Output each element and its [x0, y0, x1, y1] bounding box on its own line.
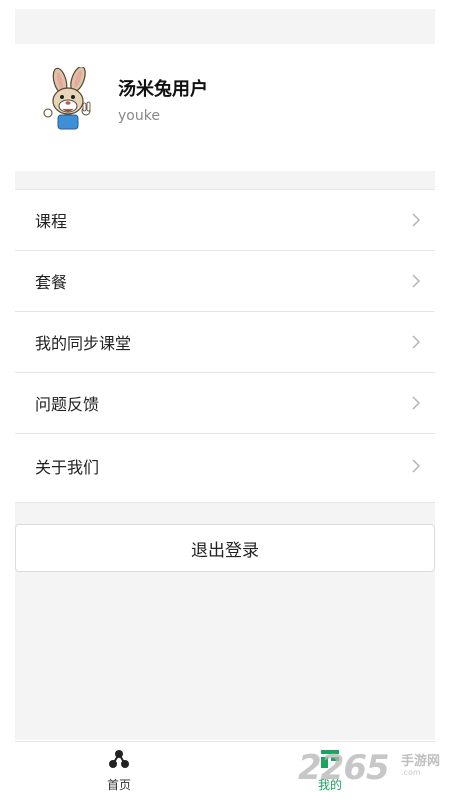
- profile-header: 汤米兔用户 youke: [15, 44, 435, 171]
- chevron-right-icon: [412, 396, 421, 410]
- chevron-right-icon: [412, 335, 421, 349]
- menu-list: 课程 套餐 我的同步课堂 问题反馈 关于我们: [15, 189, 435, 503]
- watermark-logo: 2265 手游网 .com: [298, 748, 450, 788]
- menu-item-label: 关于我们: [35, 457, 100, 477]
- menu-item-sync-classroom[interactable]: 我的同步课堂: [15, 312, 435, 373]
- menu-item-label: 问题反馈: [35, 395, 100, 414]
- home-nodes-icon: [109, 750, 129, 768]
- chevron-right-icon: [412, 274, 421, 288]
- username: 汤米兔用户: [118, 79, 208, 100]
- menu-item-label: 我的同步课堂: [35, 334, 132, 353]
- chevron-right-icon: [412, 458, 421, 473]
- menu-item-about[interactable]: 关于我们: [15, 434, 435, 497]
- tab-home-label: 首页: [106, 778, 131, 792]
- menu-item-courses[interactable]: 课程: [15, 190, 435, 251]
- menu-item-packages[interactable]: 套餐: [15, 251, 435, 312]
- menu-item-label: 套餐: [35, 273, 68, 292]
- chevron-right-icon: [412, 213, 421, 227]
- watermark-url: .com: [401, 768, 421, 777]
- tab-home[interactable]: 首页: [89, 748, 149, 800]
- logout-button[interactable]: 退出登录: [15, 524, 435, 572]
- menu-item-feedback[interactable]: 问题反馈: [15, 373, 435, 434]
- watermark-sub: 手游网: [401, 754, 441, 769]
- watermark-text: 2265: [298, 748, 390, 788]
- rabbit-avatar-icon[interactable]: [38, 67, 102, 131]
- account-id: youke: [118, 108, 160, 124]
- menu-item-label: 课程: [35, 212, 68, 231]
